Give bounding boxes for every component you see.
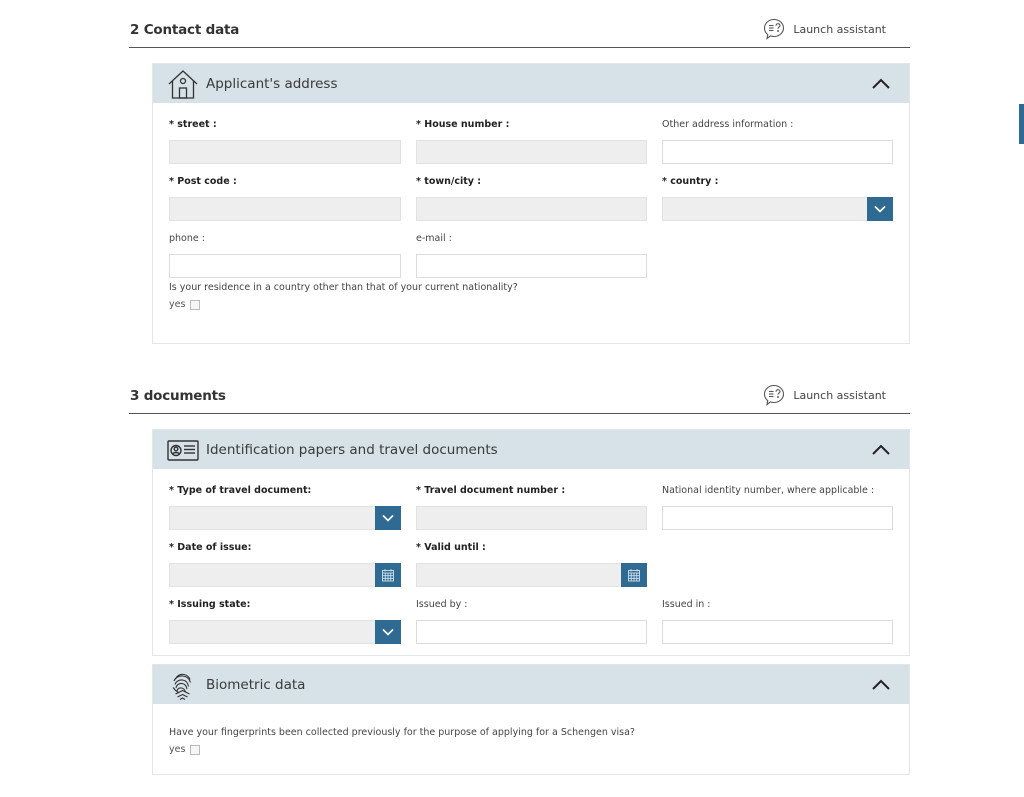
chevron-up-icon[interactable] — [871, 76, 891, 90]
fingerprints-yes-option: yes — [169, 744, 201, 755]
email-input[interactable] — [416, 254, 647, 278]
other-address-label: Other address information : — [662, 119, 794, 130]
house-number-label: * House number : — [416, 119, 510, 130]
phone-input[interactable] — [169, 254, 401, 278]
section-documents-header: 3 documents Launch assistant — [129, 376, 910, 414]
issued-in-field: Issued in : — [662, 599, 893, 644]
street-field: * street : — [169, 119, 401, 164]
fingerprints-question: Have your fingerprints been collected pr… — [169, 727, 635, 738]
yes-label: yes — [169, 744, 186, 755]
panel-title: Identification papers and travel documen… — [206, 442, 498, 458]
assistant-chat-icon — [764, 18, 785, 40]
residence-question: Is your residence in a country other tha… — [169, 282, 518, 293]
section-title: 3 documents — [130, 388, 226, 404]
post-code-input[interactable] — [169, 197, 401, 221]
fingerprint-icon — [172, 673, 192, 700]
chevron-down-icon — [382, 628, 394, 636]
date-issue-label: * Date of issue: — [169, 542, 252, 553]
country-dropdown-button[interactable] — [867, 197, 893, 221]
biometric-data-panel-header[interactable]: Biometric data — [153, 665, 909, 704]
date-issue-field: * Date of issue: — [169, 542, 401, 587]
issuing-state-label: * Issuing state: — [169, 599, 251, 610]
country-select[interactable] — [662, 197, 893, 221]
post-code-label: * Post code : — [169, 176, 237, 187]
post-code-field: * Post code : — [169, 176, 401, 221]
issued-by-input[interactable] — [416, 620, 647, 644]
house-icon — [168, 70, 198, 99]
issuing-state-dropdown-button[interactable] — [375, 620, 401, 644]
national-id-label: National identity number, where applicab… — [662, 485, 875, 496]
doc-type-select[interactable] — [169, 506, 401, 530]
id-card-icon — [167, 440, 199, 461]
house-number-input[interactable] — [416, 140, 647, 164]
phone-label: phone : — [169, 233, 205, 244]
email-label: e-mail : — [416, 233, 452, 244]
chevron-down-icon — [382, 514, 394, 522]
panel-title: Applicant's address — [206, 76, 338, 92]
launch-assistant-label: Launch assistant — [793, 22, 886, 36]
other-address-input[interactable] — [662, 140, 893, 164]
launch-assistant-button[interactable]: Launch assistant — [762, 383, 886, 407]
identification-papers-panel-header[interactable]: Identification papers and travel documen… — [153, 430, 909, 469]
doc-number-field: * Travel document number : — [416, 485, 647, 530]
chevron-up-icon[interactable] — [871, 677, 891, 691]
doc-type-dropdown-button[interactable] — [375, 506, 401, 530]
email-field: e-mail : — [416, 233, 647, 278]
calendar-icon — [382, 569, 394, 582]
assistant-chat-icon — [764, 384, 785, 406]
country-field: * country : — [662, 176, 893, 221]
panel-title: Biometric data — [206, 677, 306, 693]
valid-until-calendar-button[interactable] — [621, 563, 647, 587]
calendar-icon — [628, 569, 640, 582]
date-issue-calendar-button[interactable] — [375, 563, 401, 587]
town-city-field: * town/city : — [416, 176, 647, 221]
town-city-label: * town/city : — [416, 176, 482, 187]
yes-label: yes — [169, 299, 186, 310]
country-label: * country : — [662, 176, 719, 187]
issued-in-label: Issued in : — [662, 599, 711, 610]
issuing-state-select[interactable] — [169, 620, 401, 644]
doc-number-input[interactable] — [416, 506, 647, 530]
valid-until-input[interactable] — [416, 563, 647, 587]
street-input[interactable] — [169, 140, 401, 164]
issued-by-field: Issued by : — [416, 599, 647, 644]
national-id-input[interactable] — [662, 506, 893, 530]
valid-until-label: * Valid until : — [416, 542, 486, 553]
doc-type-field: * Type of travel document: — [169, 485, 401, 530]
other-address-field: Other address information : — [662, 119, 893, 164]
applicant-address-panel: Applicant's address * street : * House n… — [152, 63, 910, 344]
section-title: 2 Contact data — [130, 22, 240, 38]
identification-papers-panel: Identification papers and travel documen… — [152, 429, 910, 656]
launch-assistant-label: Launch assistant — [793, 388, 886, 402]
section-contact-data-header: 2 Contact data Launch assistant — [129, 10, 910, 48]
valid-until-field: * Valid until : — [416, 542, 647, 587]
date-issue-input[interactable] — [169, 563, 401, 587]
residence-yes-option: yes — [169, 299, 201, 310]
launch-assistant-button[interactable]: Launch assistant — [762, 17, 886, 41]
doc-number-label: * Travel document number : — [416, 485, 566, 496]
phone-field: phone : — [169, 233, 401, 278]
fingerprints-yes-checkbox[interactable] — [190, 744, 201, 755]
town-city-input[interactable] — [416, 197, 647, 221]
applicant-address-panel-header[interactable]: Applicant's address — [153, 64, 909, 103]
doc-type-label: * Type of travel document: — [169, 485, 312, 496]
street-label: * street : — [169, 119, 217, 130]
biometric-data-panel: Biometric data Have your fingerprints be… — [152, 664, 910, 775]
issuing-state-field: * Issuing state: — [169, 599, 401, 644]
side-tab-handle[interactable] — [1019, 104, 1024, 144]
issued-in-input[interactable] — [662, 620, 893, 644]
national-id-field: National identity number, where applicab… — [662, 485, 893, 530]
house-number-field: * House number : — [416, 119, 647, 164]
issued-by-label: Issued by : — [416, 599, 468, 610]
chevron-down-icon — [874, 205, 886, 213]
chevron-up-icon[interactable] — [871, 442, 891, 456]
residence-yes-checkbox[interactable] — [190, 299, 201, 310]
